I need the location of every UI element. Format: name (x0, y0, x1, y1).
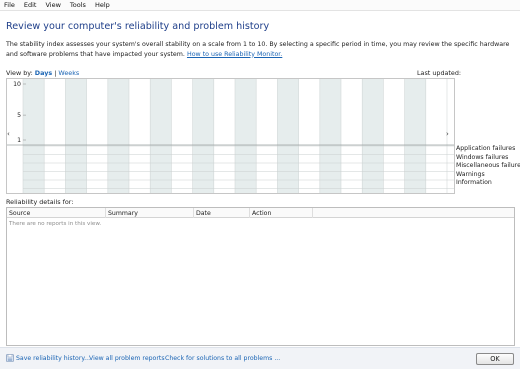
chart-column[interactable] (65, 79, 87, 193)
row-label-application-failures: Application failures (456, 145, 516, 152)
menu-file[interactable]: File (4, 1, 15, 9)
column-header-source[interactable]: Source (9, 210, 30, 217)
check-for-solutions-link[interactable]: Check for solutions to all problems ... (165, 355, 280, 362)
chart-column[interactable] (23, 79, 45, 193)
ok-button[interactable]: OK (476, 353, 514, 365)
save-reliability-history-link[interactable]: Save reliability history... (16, 355, 90, 362)
row-label-information: Information (456, 179, 492, 186)
view-by-selector: View by: Days | Weeks (6, 69, 79, 77)
column-header-date[interactable]: Date (196, 210, 211, 217)
reliability-chart[interactable]: 10 5 1 (6, 78, 455, 194)
menu-edit[interactable]: Edit (24, 1, 37, 9)
chart-column[interactable] (192, 79, 214, 193)
last-updated-label: Last updated: (417, 69, 462, 77)
reliability-details-label: Reliability details for: (6, 198, 74, 206)
help-link[interactable]: How to use Reliability Monitor. (187, 51, 282, 58)
footer-bar: Save reliability history... View all pro… (0, 347, 520, 369)
menu-view[interactable]: View (45, 1, 60, 9)
y-tick-label: 5 (17, 112, 21, 119)
menu-tools[interactable]: Tools (70, 1, 86, 9)
view-by-weeks-link[interactable]: Weeks (58, 69, 79, 77)
view-by-label: View by: (6, 69, 33, 77)
column-divider[interactable] (312, 208, 313, 218)
view-by-days-link[interactable]: Days (35, 69, 52, 77)
y-tick-label: 10 (13, 81, 21, 88)
chart-column[interactable] (404, 79, 426, 193)
chart-column[interactable] (362, 79, 384, 193)
menu-help[interactable]: Help (95, 1, 110, 9)
chart-column[interactable] (150, 79, 172, 193)
chart-column[interactable] (107, 79, 129, 193)
row-label-windows-failures: Windows failures (456, 153, 509, 161)
column-header-action[interactable]: Action (252, 210, 271, 217)
empty-state-message: There are no reports in this view. (9, 221, 102, 227)
chart-column[interactable] (319, 79, 341, 193)
column-divider[interactable] (105, 208, 106, 218)
reliability-details-table: Source Summary Date Action There are no … (6, 207, 515, 346)
row-label-miscellaneous-failures: Miscellaneous failures (456, 162, 520, 169)
menu-bar: File Edit View Tools Help (0, 0, 520, 11)
column-divider[interactable] (193, 208, 194, 218)
view-by-separator: | (54, 69, 57, 77)
chart-column[interactable] (235, 79, 257, 193)
chart-row-labels: Application failures Windows failures Mi… (456, 145, 520, 188)
row-label-warnings: Warnings (456, 170, 485, 178)
reliability-chart-svg: 10 5 1 (7, 79, 454, 193)
table-header: Source Summary Date Action (7, 208, 514, 218)
scroll-right-arrow[interactable]: › (446, 131, 449, 138)
save-history-icon (6, 354, 14, 362)
page-title: Review your computer's reliability and p… (6, 21, 270, 32)
page-description: The stability index assesses your system… (6, 40, 518, 59)
column-divider[interactable] (249, 208, 250, 218)
y-tick-label: 1 (17, 137, 21, 144)
column-header-summary[interactable]: Summary (108, 210, 138, 217)
scroll-left-arrow[interactable]: ‹ (7, 131, 10, 138)
chart-column[interactable] (277, 79, 299, 193)
view-all-problem-reports-link[interactable]: View all problem reports (89, 355, 165, 362)
